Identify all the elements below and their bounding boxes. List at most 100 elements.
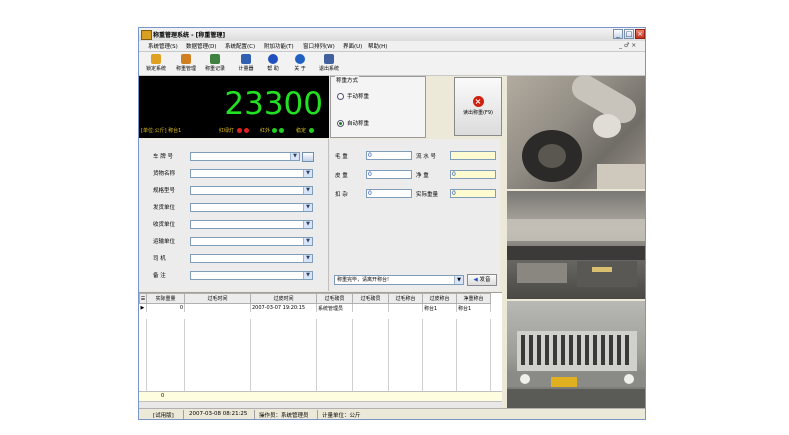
menu-window[interactable]: 窗口排列(W) (303, 42, 335, 50)
table-cell (352, 303, 389, 312)
receiver-combo[interactable]: ▼ (190, 220, 313, 229)
table-row[interactable]: ▶ 0 2007-03-07 19:20:15 系统管理员 称台1 称台1 (139, 303, 491, 312)
meter-button[interactable]: 计量器 (232, 53, 260, 74)
records-button[interactable]: 称重记录 (201, 53, 229, 74)
column-header[interactable]: 过毛磅员 (316, 293, 353, 304)
deduct-field[interactable]: 0 (366, 189, 412, 198)
carrier-label: 运输单位 (153, 239, 176, 245)
table-cell: 称台1 (422, 303, 457, 312)
row-pointer-icon: ▶ (139, 303, 147, 312)
lock-system-label: 锁定系统 (145, 66, 166, 72)
chevron-down-icon[interactable]: ▼ (303, 221, 312, 228)
remark-combo[interactable]: ▼ (190, 271, 313, 280)
voice-hint-combo[interactable]: 称重完毕，请离开称台! ▼ (334, 275, 464, 285)
exit-button[interactable]: 退出系统 (315, 53, 343, 74)
chevron-down-icon[interactable]: ▼ (290, 153, 299, 160)
serial-number-field[interactable] (450, 151, 496, 160)
spec-label: 规格型号 (153, 188, 176, 194)
column-header[interactable]: 过皮时间 (250, 293, 317, 304)
app-icon (141, 30, 152, 40)
speak-label: 发音 (479, 277, 491, 283)
menu-tools[interactable]: 附加功能(T) (264, 42, 294, 50)
weight-status-strip: [单位:公斤] 称台1 红绿灯 红外 稳定 (139, 126, 329, 136)
menu-system[interactable]: 系统管理(S) (148, 42, 178, 50)
infrared-label: 红外 (260, 128, 271, 134)
actual-weight-field[interactable]: 0 (450, 189, 496, 198)
chevron-down-icon[interactable]: ▼ (454, 276, 463, 284)
traffic-light-red-icon (237, 128, 242, 133)
horizontal-scrollbar[interactable] (139, 401, 502, 408)
column-header[interactable]: 过皮称台 (422, 293, 457, 304)
scale-icon (181, 54, 191, 64)
tare-label: 皮 重 (335, 173, 348, 179)
infrared-led-icon (279, 128, 284, 133)
chevron-down-icon[interactable]: ▼ (303, 187, 312, 194)
driver-label: 司 机 (153, 256, 166, 262)
actual-weight-label: 实际重量 (416, 192, 439, 198)
lock-system-button[interactable]: 锁定系统 (142, 53, 170, 74)
gross-label: 毛 重 (335, 154, 348, 160)
help-label: 帮 助 (267, 66, 279, 72)
help-icon (268, 54, 278, 64)
mdi-window-controls[interactable]: _ ♂ × (619, 42, 636, 49)
menu-ui[interactable]: 界面(U) (343, 42, 362, 50)
maximize-button[interactable]: □ (624, 29, 634, 39)
camera-view-bottom (507, 301, 645, 408)
table-cell (388, 303, 423, 312)
tare-weight-field[interactable]: 0 (366, 170, 412, 179)
operator-label: 操作员：系统管理员 (259, 413, 309, 419)
close-button[interactable]: × (635, 29, 645, 39)
deduct-label: 扣 杂 (335, 192, 348, 198)
chevron-down-icon[interactable]: ▼ (303, 204, 312, 211)
read-weight-button[interactable]: × 读出称重(F9) (454, 77, 502, 136)
plate-label: 车 牌 号 (153, 154, 173, 160)
gross-weight-field[interactable]: 0 (366, 151, 412, 160)
plate-combo[interactable]: ▼ (190, 152, 300, 161)
menu-help[interactable]: 帮助(H) (368, 42, 387, 50)
chevron-down-icon[interactable]: ▼ (303, 170, 312, 177)
driver-combo[interactable]: ▼ (190, 254, 313, 263)
lock-icon (151, 54, 161, 64)
help-button[interactable]: 帮 助 (259, 53, 287, 74)
plate-capture-button[interactable] (302, 152, 314, 162)
menu-config[interactable]: 系统配置(C) (225, 42, 255, 50)
auto-mode-radio[interactable] (337, 120, 344, 127)
serial-label: 流 水 号 (416, 154, 436, 160)
chevron-down-icon[interactable]: ▼ (303, 272, 312, 279)
remark-label: 备 注 (153, 273, 166, 279)
column-header[interactable]: 过毛时间 (184, 293, 251, 304)
weight-value: 23300 (224, 86, 323, 122)
column-header[interactable]: 净重称台 (456, 293, 491, 304)
camera-image-bottom (507, 331, 645, 408)
status-bar: [试用版] 2007-03-08 08:21:25 操作员：系统管理员 计量单位… (139, 408, 645, 419)
about-button[interactable]: 关 于 (286, 53, 314, 74)
about-label: 关 于 (294, 66, 306, 72)
unit-platform-label: [单位:公斤] 称台1 (141, 128, 182, 134)
minimize-button[interactable]: _ (613, 29, 623, 39)
column-header[interactable]: 实际重量 (146, 293, 185, 304)
table-cell: 称台1 (456, 303, 491, 312)
spec-combo[interactable]: ▼ (190, 186, 313, 195)
table-cell (184, 303, 251, 312)
weighing-mode-title: 称重方式 (335, 76, 360, 84)
menu-data[interactable]: 数据管理(D) (186, 42, 217, 50)
sender-combo[interactable]: ▼ (190, 203, 313, 212)
carrier-combo[interactable]: ▼ (190, 237, 313, 246)
status-separator (317, 410, 318, 419)
chevron-down-icon[interactable]: ▼ (303, 255, 312, 262)
camera-view-middle (507, 191, 645, 299)
chevron-down-icon[interactable]: ▼ (303, 238, 312, 245)
receiver-label: 收货单位 (153, 222, 176, 228)
column-header[interactable]: 过毛称台 (388, 293, 423, 304)
summary-value: 0 (161, 393, 165, 399)
column-header[interactable]: 过毛磅员 (352, 293, 389, 304)
goods-combo[interactable]: ▼ (190, 169, 313, 178)
sender-label: 发货单位 (153, 205, 176, 211)
manual-mode-radio[interactable] (337, 93, 344, 100)
net-weight-field[interactable]: 0 (450, 170, 496, 179)
infrared-led-icon (272, 128, 277, 133)
weighing-button[interactable]: 称重管理 (172, 53, 200, 74)
title-bar[interactable]: 称重管理系统 - [称重管理] _ □ × (139, 28, 645, 42)
speak-button[interactable]: ◀ 发音 (467, 274, 497, 286)
grid-column-lines (146, 319, 491, 391)
